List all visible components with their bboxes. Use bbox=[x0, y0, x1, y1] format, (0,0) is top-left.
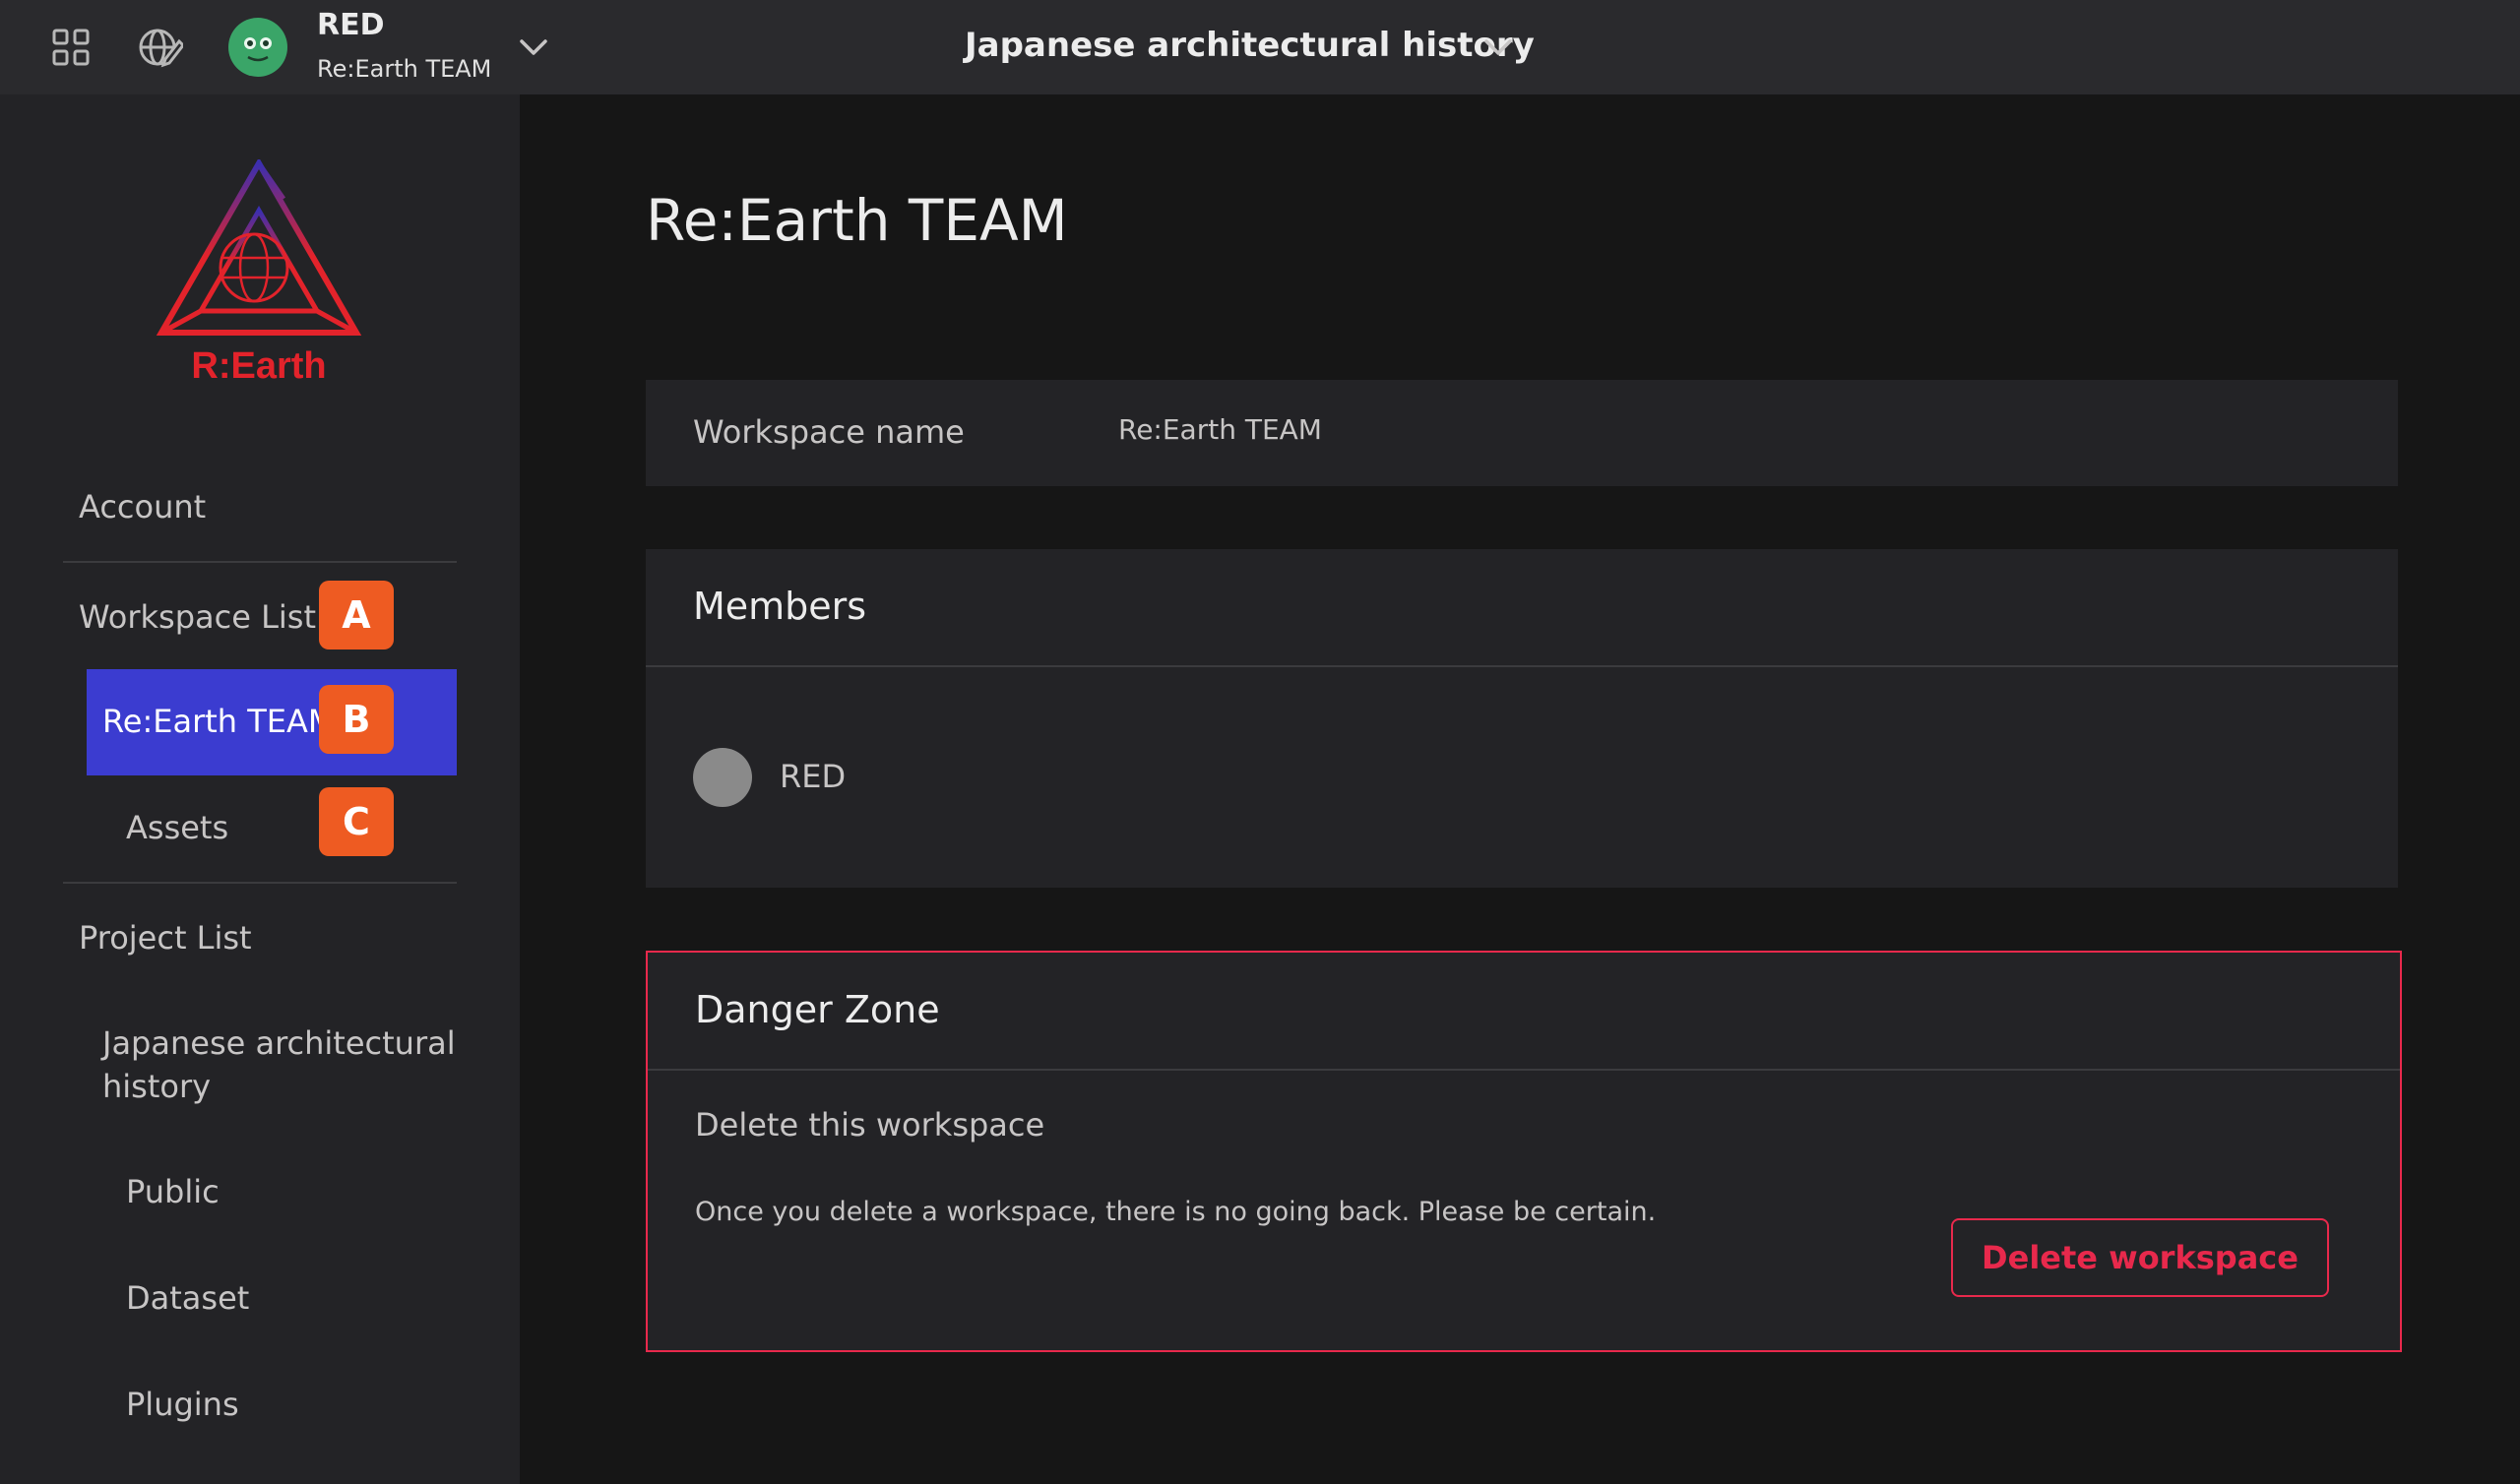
sidebar-divider bbox=[63, 561, 457, 563]
danger-zone-title: Danger Zone bbox=[695, 988, 940, 1031]
member-name: RED bbox=[780, 758, 847, 795]
sidebar-item-assets[interactable]: Assets bbox=[126, 809, 228, 846]
annotation-badge-c: C bbox=[319, 787, 394, 856]
members-title: Members bbox=[693, 585, 867, 628]
sidebar-item-plugins[interactable]: Plugins bbox=[126, 1386, 239, 1423]
globe-edit-icon[interactable] bbox=[134, 22, 185, 73]
reearth-logo: R:Earth bbox=[156, 156, 362, 387]
user-name: RED bbox=[317, 8, 385, 42]
danger-zone-panel: Danger Zone Delete this workspace Once y… bbox=[646, 951, 2402, 1352]
workspace-name-value[interactable]: Re:Earth TEAM bbox=[1118, 413, 1322, 446]
panel-divider bbox=[646, 665, 2398, 667]
members-panel: Members RED bbox=[646, 549, 2398, 888]
chevron-down-icon[interactable] bbox=[512, 28, 555, 67]
sidebar-item-project-list[interactable]: Project List bbox=[79, 919, 252, 957]
top-bar: RED Re:Earth TEAM Japanese architectural… bbox=[0, 0, 2520, 94]
sidebar-item-public[interactable]: Public bbox=[126, 1173, 220, 1210]
delete-workspace-button[interactable]: Delete workspace bbox=[1951, 1218, 2329, 1297]
project-title[interactable]: Japanese architectural history bbox=[965, 26, 1535, 65]
logo-text: R:Earth bbox=[191, 345, 326, 386]
member-avatar bbox=[693, 748, 752, 807]
user-team: Re:Earth TEAM bbox=[317, 55, 492, 83]
sidebar-item-workspace-list[interactable]: Workspace List bbox=[79, 598, 316, 636]
annotation-badge-b: B bbox=[319, 685, 394, 754]
user-avatar[interactable] bbox=[228, 18, 287, 77]
sidebar-item-workspace-active-label: Re:Earth TEAM bbox=[102, 703, 336, 740]
apps-grid-icon[interactable] bbox=[45, 22, 96, 73]
annotation-badge-a: A bbox=[319, 581, 394, 649]
sidebar-item-project[interactable]: Japanese architectural history bbox=[102, 1021, 457, 1108]
sidebar-divider bbox=[63, 882, 457, 884]
sidebar: R:Earth Account Workspace List A Re:Eart… bbox=[0, 94, 520, 1484]
workspace-name-label: Workspace name bbox=[693, 413, 965, 451]
chevron-down-icon[interactable] bbox=[1477, 28, 1520, 67]
workspace-name-row: Workspace name Re:Earth TEAM bbox=[646, 380, 2398, 486]
sidebar-item-dataset[interactable]: Dataset bbox=[126, 1279, 249, 1317]
danger-zone-description: Once you delete a workspace, there is no… bbox=[695, 1197, 1657, 1227]
page-title: Re:Earth TEAM bbox=[646, 187, 1068, 254]
panel-divider bbox=[648, 1069, 2400, 1071]
danger-zone-subtitle: Delete this workspace bbox=[695, 1106, 1045, 1144]
sidebar-item-account[interactable]: Account bbox=[79, 488, 206, 526]
